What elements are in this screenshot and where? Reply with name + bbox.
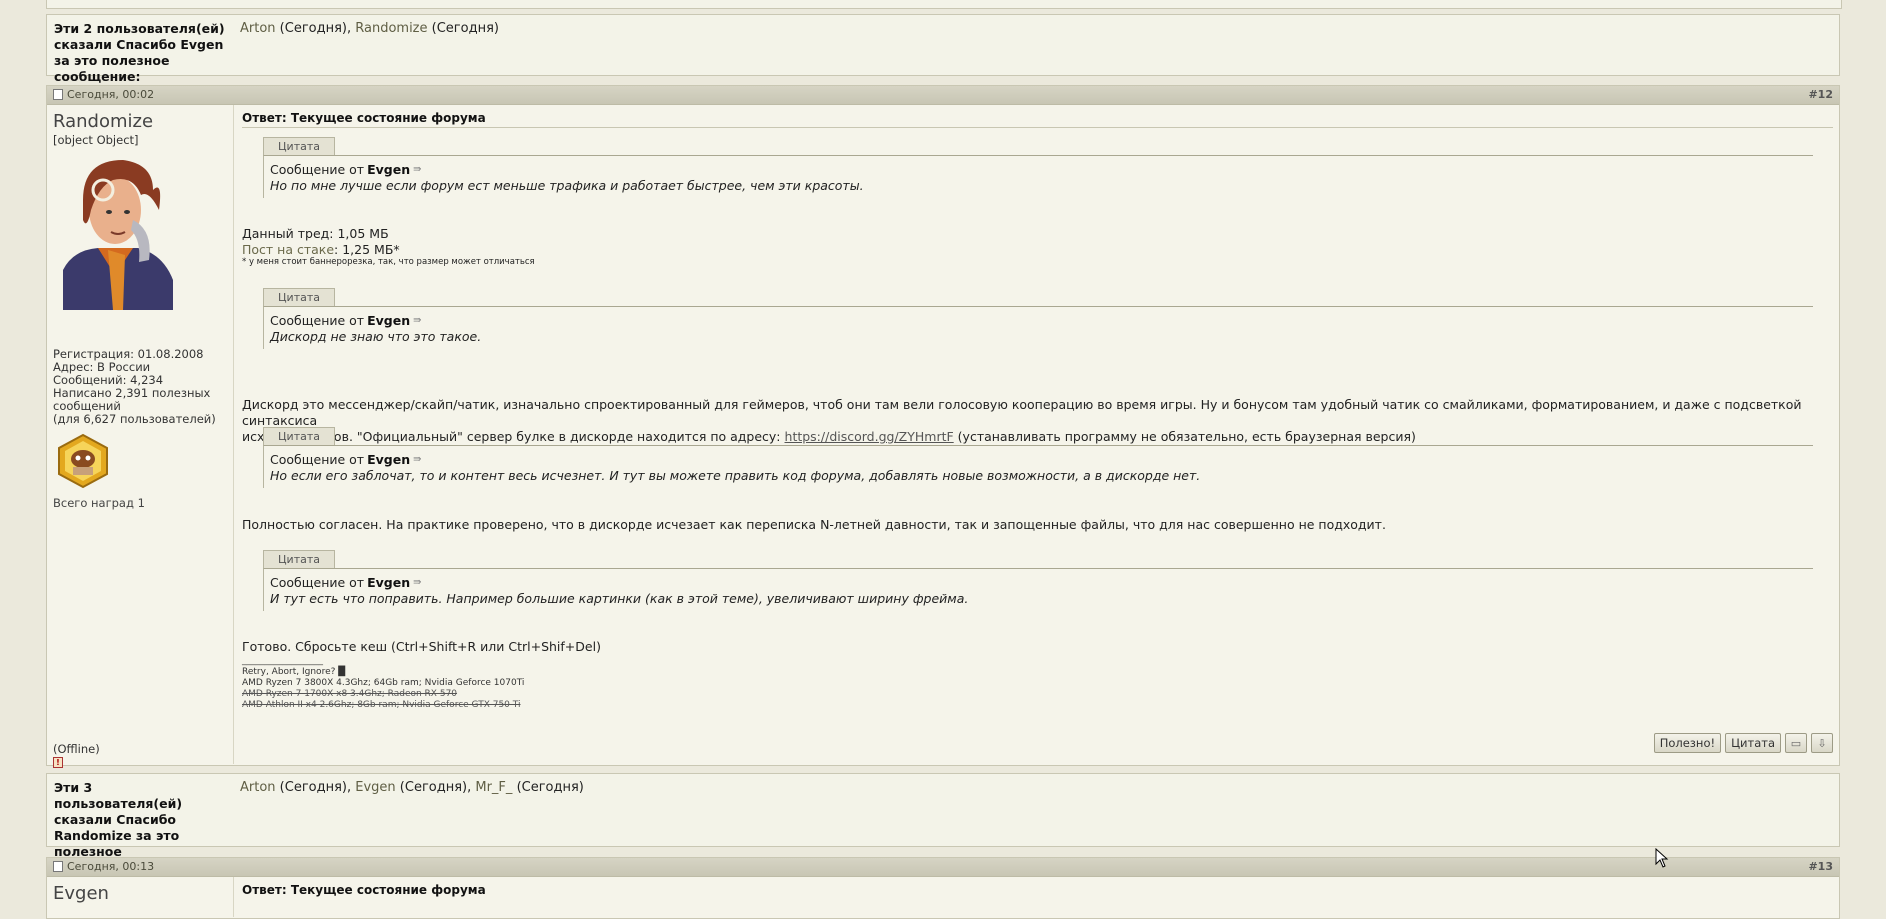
award-medal-icon[interactable]: [55, 433, 111, 489]
post-date: Сегодня, 00:13: [67, 860, 155, 873]
quote-text: Дискорд не знаю что это такое.: [270, 329, 482, 344]
signature-divider: __________________: [242, 656, 323, 666]
username-link[interactable]: Randomize: [53, 111, 153, 132]
quote-text: Но если его заблочат, то и контент весь …: [270, 468, 1201, 483]
quote-author: Evgen: [367, 162, 411, 177]
quote-tab: Цитата: [263, 427, 335, 446]
signature: __________________ Retry, Abort, Ignore?…: [242, 656, 524, 711]
thread-size-label: Данный тред:: [242, 226, 334, 241]
post-icon: [53, 89, 63, 100]
quote-block: Цитата Сообщение от Evgen ⇛ Дискорд не з…: [263, 288, 1813, 349]
quote-text: Но по мне лучше если форум ест меньше тр…: [270, 178, 864, 193]
footnote: * у меня стоит баннерорезка, так, что ра…: [242, 257, 535, 267]
user-info-column: Randomize [object Object] Регистрация: 0…: [47, 105, 234, 768]
user-thanked: Написано 2,391 полезных сообщений: [53, 386, 211, 413]
thanks-when: (Сегодня): [516, 780, 584, 795]
user-thanked-users: (для 6,627 пользователей): [53, 412, 216, 426]
quote-block: Цитата Сообщение от Evgen ⇛ Но если его …: [263, 427, 1813, 488]
quote-author: Evgen: [367, 575, 411, 590]
post-12: Сегодня, 00:02 #12 Randomize [object Obj…: [46, 85, 1840, 768]
mouse-cursor-icon: [1655, 848, 1669, 868]
quote-from-label: Сообщение от: [270, 162, 365, 177]
thanks-user-link[interactable]: Mr_F_: [475, 780, 512, 795]
thanks-block-mid: Эти 3 пользователя(ей) сказали Спасибо R…: [46, 773, 1840, 875]
quote-tab: Цитата: [263, 550, 335, 569]
thanks-users: Arton (Сегодня), Evgen (Сегодня), Mr_F_ …: [240, 780, 584, 795]
previous-post-edge: [46, 0, 1842, 9]
post-title: Ответ: Текущее состояние форума: [242, 883, 486, 897]
thanks-users: Arton (Сегодня), Randomize (Сегодня): [240, 21, 499, 36]
signature-line: Retry, Abort, Ignore? █: [242, 667, 346, 677]
quote-tab: Цитата: [263, 288, 335, 307]
post-number-link[interactable]: #13: [1808, 860, 1833, 873]
thanks-user-link[interactable]: Arton: [240, 21, 276, 36]
thanks-user-link[interactable]: Arton: [240, 780, 276, 795]
quote-from-label: Сообщение от: [270, 452, 365, 467]
user-title: [object Object]: [53, 133, 139, 147]
view-post-arrow-icon[interactable]: ⇛: [413, 315, 423, 326]
thanks-when: (Сегодня): [279, 780, 347, 795]
thanks-when: (Сегодня): [399, 780, 468, 795]
post-message: Ответ: Текущее состояние форума: [242, 877, 1833, 917]
title-divider: [242, 127, 1833, 128]
user-info-column: Evgen: [47, 877, 234, 917]
view-post-arrow-icon[interactable]: ⇛: [413, 577, 423, 588]
thanks-button[interactable]: Полезно!: [1653, 733, 1722, 753]
stack-post-link[interactable]: Пост на стаке: [242, 242, 334, 257]
thanks-user-link[interactable]: Evgen: [355, 780, 395, 795]
paragraph-agree: Полностью согласен. На практике проверен…: [242, 517, 1386, 532]
post-message: Ответ: Текущее состояние форума Цитата С…: [242, 105, 1833, 764]
paragraph-done: Готово. Сбросьте кеш (Ctrl+Shift+R или C…: [242, 639, 601, 654]
quote-author: Evgen: [367, 313, 411, 328]
thanks-label: Эти 2 пользователя(ей) сказали Спасибо E…: [54, 21, 225, 84]
multi-quote-icon[interactable]: ▭: [1785, 733, 1807, 753]
quote-from-label: Сообщение от: [270, 575, 365, 590]
user-status: (Offline): [53, 742, 100, 756]
username-link[interactable]: Evgen: [53, 883, 109, 904]
quote-block: Цитата Сообщение от Evgen ⇛ Но по мне лу…: [263, 137, 1813, 198]
view-post-arrow-icon[interactable]: ⇛: [413, 164, 423, 175]
post-header: Сегодня, 00:02 #12: [47, 86, 1839, 105]
quote-from-label: Сообщение от: [270, 313, 365, 328]
signature-line: AMD Athlon II x4 2.6Ghz; 8Gb ram; Nvidia…: [242, 700, 521, 710]
quote-author: Evgen: [367, 452, 411, 467]
awards-total: Всего наград 1: [53, 496, 145, 510]
thread-size: 1,05 МБ: [337, 226, 389, 241]
signature-line: AMD Ryzen 7 1700X x8 3.4Ghz; Radeon RX 5…: [242, 689, 458, 699]
signature-line: AMD Ryzen 7 3800X 4.3Ghz; 64Gb ram; Nvid…: [242, 678, 525, 688]
post-icon: [53, 861, 63, 872]
user-stats: Регистрация: 01.08.2008 Адрес: В России …: [53, 348, 228, 426]
thanks-block-top: Эти 2 пользователя(ей) сказали Спасибо E…: [46, 14, 1840, 84]
post-number-link[interactable]: #12: [1808, 88, 1833, 101]
quote-button[interactable]: Цитата: [1725, 733, 1781, 753]
avatar[interactable]: [53, 150, 181, 310]
paragraph-discord-1: Дискорд это мессенджер/скайп/чатик, изна…: [242, 397, 1802, 428]
quote-text: И тут есть что поправить. Например больш…: [270, 591, 969, 606]
quick-reply-icon[interactable]: ⇩: [1811, 733, 1833, 753]
quote-block: Цитата Сообщение от Evgen ⇛ И тут есть ч…: [263, 550, 1813, 611]
thanks-user-link[interactable]: Randomize: [355, 21, 427, 36]
stack-size: : 1,25 МБ*: [334, 242, 400, 257]
thanks-when: (Сегодня): [279, 21, 347, 36]
report-icon[interactable]: !: [53, 757, 63, 768]
post-13: Сегодня, 00:13 #13 Evgen Ответ: Текущее …: [46, 857, 1840, 919]
post-title: Ответ: Текущее состояние форума: [242, 111, 486, 125]
thanks-when: (Сегодня): [431, 21, 499, 36]
post-date: Сегодня, 00:02: [67, 88, 155, 101]
view-post-arrow-icon[interactable]: ⇛: [413, 454, 423, 465]
quote-tab: Цитата: [263, 137, 335, 156]
post-header: Сегодня, 00:13 #13: [47, 858, 1839, 877]
post-actions: Полезно! Цитата ▭ ⇩: [1653, 733, 1833, 753]
